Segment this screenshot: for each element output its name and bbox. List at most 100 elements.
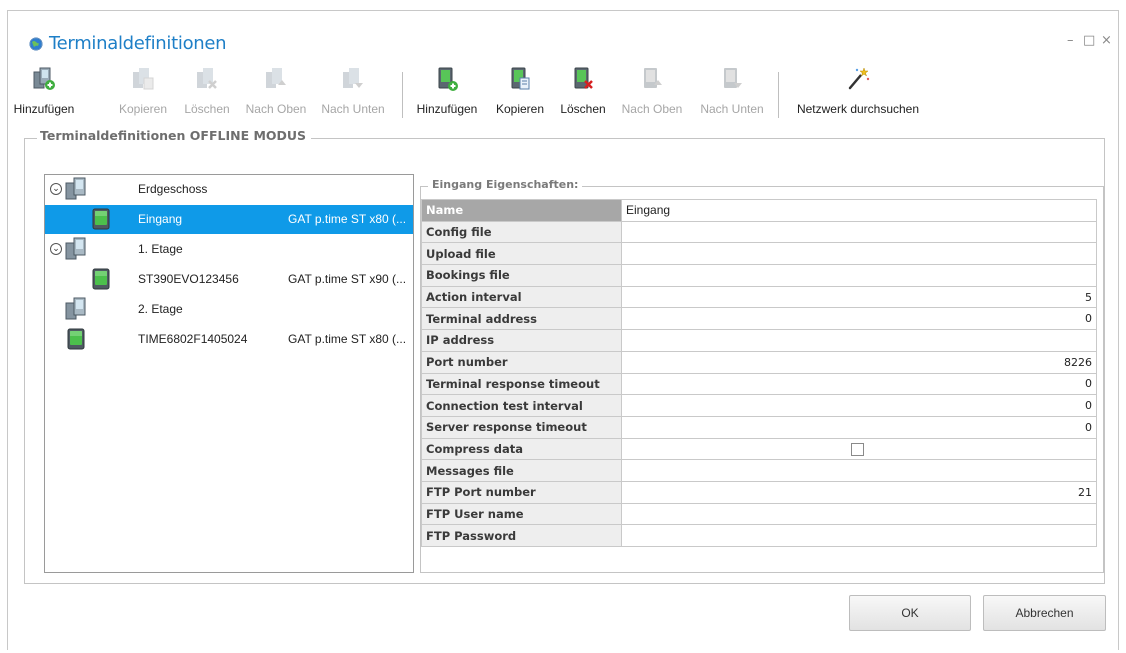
property-value-connection-test-interval[interactable]: 0 xyxy=(621,394,1097,417)
property-value-upload-file[interactable] xyxy=(621,242,1097,266)
property-value-compress-data xyxy=(621,437,1097,461)
property-value-port-number[interactable]: 8226 xyxy=(621,350,1097,374)
group-move-up-button[interactable]: Nach Oben xyxy=(239,66,313,122)
property-row-ftp-password[interactable]: FTP Password xyxy=(421,524,1097,547)
terminal-move-down-button[interactable]: Nach Unten xyxy=(693,66,771,122)
network-search-button[interactable]: Netzwerk durchsuchen xyxy=(786,66,930,122)
tree-row-type: GAT p.time ST x80 (... xyxy=(288,332,407,346)
property-value-ftp-user-name[interactable] xyxy=(621,502,1097,526)
terminal-add-button[interactable]: Hinzufügen xyxy=(409,66,485,122)
toolbar: Hinzufügen Kopieren Löschen Nach Oben Na… xyxy=(0,66,1126,122)
property-key: Server response timeout xyxy=(421,415,622,439)
property-grid[interactable]: Name Eingang Config file Upload file Boo… xyxy=(421,199,1097,547)
terminal-move-down-label: Nach Unten xyxy=(700,102,764,116)
tree-row-terminal[interactable]: ST390EVO123456 GAT p.time ST x90 (... xyxy=(45,265,413,294)
tree-row-group[interactable]: 2. Etage xyxy=(45,295,413,324)
toolbar-separator xyxy=(778,72,779,118)
property-row-terminal-address[interactable]: Terminal address 0 xyxy=(421,307,1097,331)
terminal-group-icon xyxy=(65,177,86,200)
terminal-tree[interactable]: ⌄ Erdgeschoss Eingang GAT p.time ST x80 … xyxy=(44,174,414,573)
group-copy-button[interactable]: Kopieren xyxy=(111,66,175,122)
tree-row-name: Erdgeschoss xyxy=(138,182,208,196)
property-row-bookings-file[interactable]: Bookings file xyxy=(421,264,1097,287)
property-value-ip-address[interactable] xyxy=(621,329,1097,352)
property-key: FTP User name xyxy=(421,502,622,526)
property-row-connection-test-interval[interactable]: Connection test interval 0 xyxy=(421,394,1097,417)
compress-data-checkbox[interactable] xyxy=(851,443,864,457)
property-row-ftp-port-number[interactable]: FTP Port number 21 xyxy=(421,480,1097,504)
terminal-move-up-button[interactable]: Nach Oben xyxy=(615,66,689,122)
terminal-add-label: Hinzufügen xyxy=(416,102,478,116)
property-row-messages-file[interactable]: Messages file xyxy=(421,459,1097,482)
terminal-copy-button[interactable]: Kopieren xyxy=(489,66,551,122)
property-key: Upload file xyxy=(421,242,622,266)
property-row-ftp-user-name[interactable]: FTP User name xyxy=(421,502,1097,526)
group-move-up-label: Nach Oben xyxy=(245,102,307,116)
property-value-terminal-address[interactable]: 0 xyxy=(621,307,1097,331)
cancel-button[interactable]: Abbrechen xyxy=(983,595,1106,631)
group-move-up-icon xyxy=(266,68,286,88)
group-delete-label: Löschen xyxy=(184,102,230,116)
property-key: Port number xyxy=(421,350,622,374)
property-value-action-interval[interactable]: 5 xyxy=(621,285,1097,309)
globe-icon xyxy=(29,37,43,51)
terminal-move-up-label: Nach Oben xyxy=(621,102,683,116)
terminal-device-icon xyxy=(92,208,110,230)
property-value-config-file[interactable] xyxy=(621,220,1097,244)
terminal-group-icon xyxy=(65,237,86,260)
tree-row-type: GAT p.time ST x90 (... xyxy=(288,272,407,286)
property-value-name[interactable]: Eingang xyxy=(621,199,1097,222)
property-row-terminal-response-timeout[interactable]: Terminal response timeout 0 xyxy=(421,372,1097,396)
property-value-bookings-file[interactable] xyxy=(621,264,1097,287)
property-key: Bookings file xyxy=(421,264,622,287)
properties-title: Eingang Eigenschaften: xyxy=(428,178,583,191)
group-copy-label: Kopieren xyxy=(118,102,168,116)
tree-row-type: GAT p.time ST x80 (... xyxy=(288,212,407,226)
collapse-icon[interactable]: ⌄ xyxy=(50,183,62,195)
property-key: Messages file xyxy=(421,459,622,482)
property-value-messages-file[interactable] xyxy=(621,459,1097,482)
property-row-name[interactable]: Name Eingang xyxy=(421,199,1097,222)
group-add-label: Hinzufügen xyxy=(13,102,75,116)
property-row-ip-address[interactable]: IP address xyxy=(421,329,1097,352)
property-row-action-interval[interactable]: Action interval 5 xyxy=(421,285,1097,309)
group-delete-icon xyxy=(197,68,217,89)
property-value-ftp-port-number[interactable]: 21 xyxy=(621,480,1097,504)
property-key: Action interval xyxy=(421,285,622,309)
magic-wand-icon xyxy=(848,67,870,90)
group-add-button[interactable]: Hinzufügen xyxy=(7,66,81,122)
property-row-compress-data[interactable]: Compress data xyxy=(421,437,1097,461)
tree-row-group[interactable]: ⌄ 1. Etage xyxy=(45,235,413,264)
property-key: Compress data xyxy=(421,437,622,461)
property-key: IP address xyxy=(421,329,622,352)
group-move-down-icon xyxy=(343,68,363,88)
property-row-config-file[interactable]: Config file xyxy=(421,220,1097,244)
property-key: FTP Port number xyxy=(421,480,622,504)
tree-row-terminal[interactable]: Eingang GAT p.time ST x80 (... xyxy=(45,205,413,234)
terminal-copy-label: Kopieren xyxy=(495,102,545,116)
group-move-down-button[interactable]: Nach Unten xyxy=(313,66,393,122)
group-delete-button[interactable]: Löschen xyxy=(175,66,239,122)
terminal-delete-button[interactable]: Löschen xyxy=(555,66,611,122)
terminal-move-up-icon xyxy=(644,68,662,88)
property-key: Connection test interval xyxy=(421,394,622,417)
collapse-icon[interactable]: ⌄ xyxy=(50,243,62,255)
terminal-copy-icon xyxy=(511,67,530,90)
property-row-upload-file[interactable]: Upload file xyxy=(421,242,1097,266)
maximize-button[interactable]: □ xyxy=(1083,33,1095,48)
minimize-button[interactable]: – xyxy=(1067,33,1074,48)
property-key: Terminal response timeout xyxy=(421,372,622,396)
property-value-terminal-response-timeout[interactable]: 0 xyxy=(621,372,1097,396)
close-button[interactable]: × xyxy=(1101,33,1112,48)
tree-row-terminal[interactable]: TIME6802F1405024 GAT p.time ST x80 (... xyxy=(45,325,413,354)
title-bar: Terminaldefinitionen – □ × xyxy=(8,11,1118,61)
property-row-server-response-timeout[interactable]: Server response timeout 0 xyxy=(421,415,1097,439)
property-key: Terminal address xyxy=(421,307,622,331)
property-key: Config file xyxy=(421,220,622,244)
property-row-port-number[interactable]: Port number 8226 xyxy=(421,350,1097,374)
ok-button[interactable]: OK xyxy=(849,595,971,631)
property-value-server-response-timeout[interactable]: 0 xyxy=(621,415,1097,439)
tree-row-group[interactable]: ⌄ Erdgeschoss xyxy=(45,175,413,204)
terminal-device-icon xyxy=(67,328,85,350)
property-value-ftp-password[interactable] xyxy=(621,524,1097,547)
